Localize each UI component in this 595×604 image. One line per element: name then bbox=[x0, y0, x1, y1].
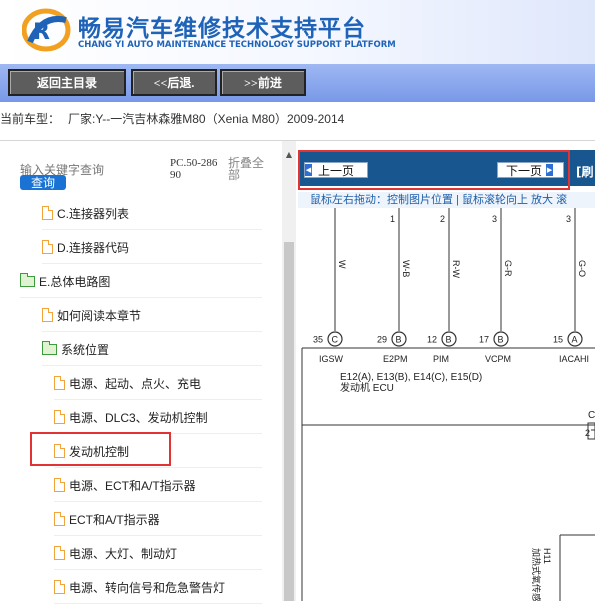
tree-item[interactable]: 电源、转向信号和危急警告灯 bbox=[54, 570, 225, 604]
current-model-line: 当前车型： 厂家:Y--一汽吉林森雅M80（Xenia M80）2009-201… bbox=[0, 102, 595, 141]
file-icon bbox=[54, 478, 65, 492]
forward-button[interactable]: >>前进 bbox=[220, 69, 306, 96]
wire-color: W-B bbox=[401, 260, 411, 277]
wire-number: 2 bbox=[440, 214, 445, 224]
current-model-label: 当前车型： bbox=[0, 112, 61, 126]
home-button[interactable]: 返回主目录 bbox=[8, 69, 126, 96]
signal-name: PIM bbox=[433, 354, 449, 364]
wire-color: W bbox=[337, 260, 347, 269]
tree-item-label: 电源、ECT和A/T指示器 bbox=[69, 478, 196, 493]
wire-color: R-W bbox=[451, 260, 461, 278]
signal-name: E2PM bbox=[383, 354, 408, 364]
cy-logo-icon: R bbox=[22, 8, 71, 52]
pc-code-label: PC.50-28690 bbox=[170, 157, 218, 181]
pin-number: 35 bbox=[313, 335, 323, 345]
tree-item[interactable]: 如何阅读本章节 bbox=[42, 298, 141, 332]
file-icon bbox=[54, 410, 65, 424]
back-button[interactable]: <<后退. bbox=[131, 69, 217, 96]
file-icon bbox=[54, 376, 65, 390]
signal-name: IACAHI bbox=[559, 354, 589, 364]
tree-item[interactable]: D.连接器代码 bbox=[42, 230, 129, 264]
tree-item-label: 电源、起动、点火、充电 bbox=[69, 376, 202, 391]
tree-item-label: 系统位置 bbox=[61, 342, 110, 357]
wire-number: 3 bbox=[492, 214, 497, 224]
connector-letter: B bbox=[396, 335, 402, 345]
selected-item-highlight bbox=[30, 432, 171, 466]
tree-item-label: D.连接器代码 bbox=[57, 240, 130, 255]
tree-item[interactable]: ECT和A/T指示器 bbox=[54, 502, 160, 536]
component-code: H11 bbox=[542, 548, 552, 564]
tree-item[interactable]: E.总体电路图 bbox=[20, 264, 110, 298]
tree-item[interactable]: 系统位置 bbox=[42, 332, 109, 366]
connector-letter: B bbox=[446, 335, 452, 345]
ecu-name: 发动机 ECU bbox=[340, 381, 394, 394]
tree-item[interactable]: 电源、起动、点火、充电 bbox=[54, 366, 201, 400]
tree-item-label: ECT和A/T指示器 bbox=[69, 512, 160, 527]
wire-color: G-O bbox=[577, 260, 587, 277]
file-icon bbox=[42, 206, 53, 220]
tree-item-label: 电源、DLC3、发动机控制 bbox=[69, 410, 208, 425]
tree-item[interactable]: 电源、DLC3、发动机控制 bbox=[54, 400, 208, 434]
pin-number: 17 bbox=[479, 335, 489, 345]
folder-open-icon bbox=[42, 340, 57, 355]
tree-item[interactable]: 电源、大灯、制动灯 bbox=[54, 536, 177, 570]
ecu-connectors: E12(A), E13(B), E14(C), E15(D) bbox=[340, 372, 482, 383]
file-icon bbox=[54, 580, 65, 594]
connector-letter: C bbox=[332, 335, 339, 345]
tree-item-label: 电源、大灯、制动灯 bbox=[69, 546, 178, 561]
connector-letter: B bbox=[498, 335, 504, 345]
tree-item-label: C.连接器列表 bbox=[57, 206, 130, 221]
collapse-all-link[interactable]: 折叠全部 bbox=[228, 157, 268, 181]
wire-color: G-R bbox=[503, 260, 513, 277]
right-label-c: C bbox=[588, 410, 595, 421]
scroll-up-arrow-icon[interactable]: ▲ bbox=[284, 150, 294, 160]
tree-item-label: 如何阅读本章节 bbox=[57, 308, 142, 323]
platform-title: 畅易汽车维修技术支持平台 bbox=[78, 16, 366, 42]
nav-bar: 返回主目录 <<后退. >>前进 bbox=[0, 64, 595, 102]
pin-number: 29 bbox=[377, 335, 387, 345]
file-icon bbox=[54, 546, 65, 560]
platform-subtitle: CHANG YI AUTO MAINTENANCE TECHNOLOGY SUP… bbox=[78, 40, 396, 50]
signal-name: IGSW bbox=[319, 354, 344, 364]
tree-item-label: 电源、转向信号和危急警告灯 bbox=[69, 580, 226, 595]
diagram-panel: ◀ 上一页 下一页 ▶ [刷 鼠标左右拖动：控制图片位置 | 鼠标滚轮向上 放大… bbox=[298, 141, 595, 601]
wire-number: 3 bbox=[566, 214, 571, 224]
tree-item[interactable]: 电源、ECT和A/T指示器 bbox=[54, 468, 196, 502]
file-icon bbox=[42, 308, 53, 322]
tree-item-label: E.总体电路图 bbox=[39, 274, 111, 289]
pin-number: 15 bbox=[553, 335, 563, 345]
current-model-value: 厂家:Y--一汽吉林森雅M80（Xenia M80）2009-2014 bbox=[68, 112, 345, 126]
component-name: 加热式氧传感器 bbox=[531, 548, 542, 601]
wiring-diagram[interactable]: W C 35 IGSW 1 W-B B 29 E2PM 2 R-W B 12 PIM 3 G-R B 17 VCPM… bbox=[298, 208, 595, 601]
tree-item[interactable]: C.连接器列表 bbox=[42, 196, 129, 230]
pin-number: 12 bbox=[427, 335, 437, 345]
file-icon bbox=[54, 512, 65, 526]
connector-letter: A bbox=[572, 335, 578, 345]
svg-text:R: R bbox=[33, 20, 50, 45]
search-button[interactable]: 查询 bbox=[20, 175, 66, 190]
wire-number: 1 bbox=[390, 214, 395, 224]
pager-highlight bbox=[298, 150, 570, 190]
header: R 畅易汽车维修技术支持平台 CHANG YI AUTO MAINTENANCE… bbox=[0, 0, 595, 64]
hint-bar: 鼠标左右拖动：控制图片位置 | 鼠标滚轮向上 放大 滚 bbox=[298, 192, 595, 208]
signal-name: VCPM bbox=[485, 354, 511, 364]
folder-open-icon bbox=[20, 272, 35, 287]
sidebar-scroll-thumb[interactable] bbox=[284, 242, 294, 601]
file-icon bbox=[42, 240, 53, 254]
refresh-link[interactable]: [刷 bbox=[576, 163, 594, 180]
